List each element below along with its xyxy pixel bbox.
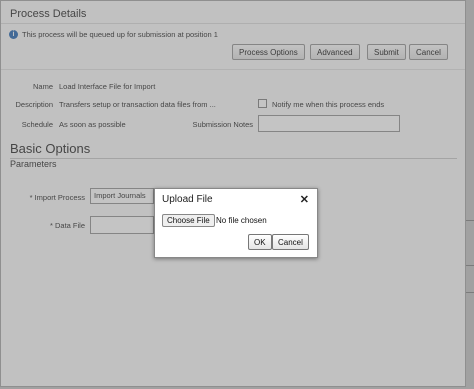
ok-button[interactable]: OK (248, 234, 272, 250)
file-status-text: No file chosen (216, 216, 267, 225)
choose-file-button[interactable]: Choose File (162, 214, 215, 227)
modal-cancel-button[interactable]: Cancel (272, 234, 309, 250)
close-icon[interactable]: ✕ (300, 193, 309, 206)
upload-file-modal: Upload File ✕ Choose File No file chosen… (154, 188, 318, 258)
upload-modal-title: Upload File (162, 194, 213, 205)
